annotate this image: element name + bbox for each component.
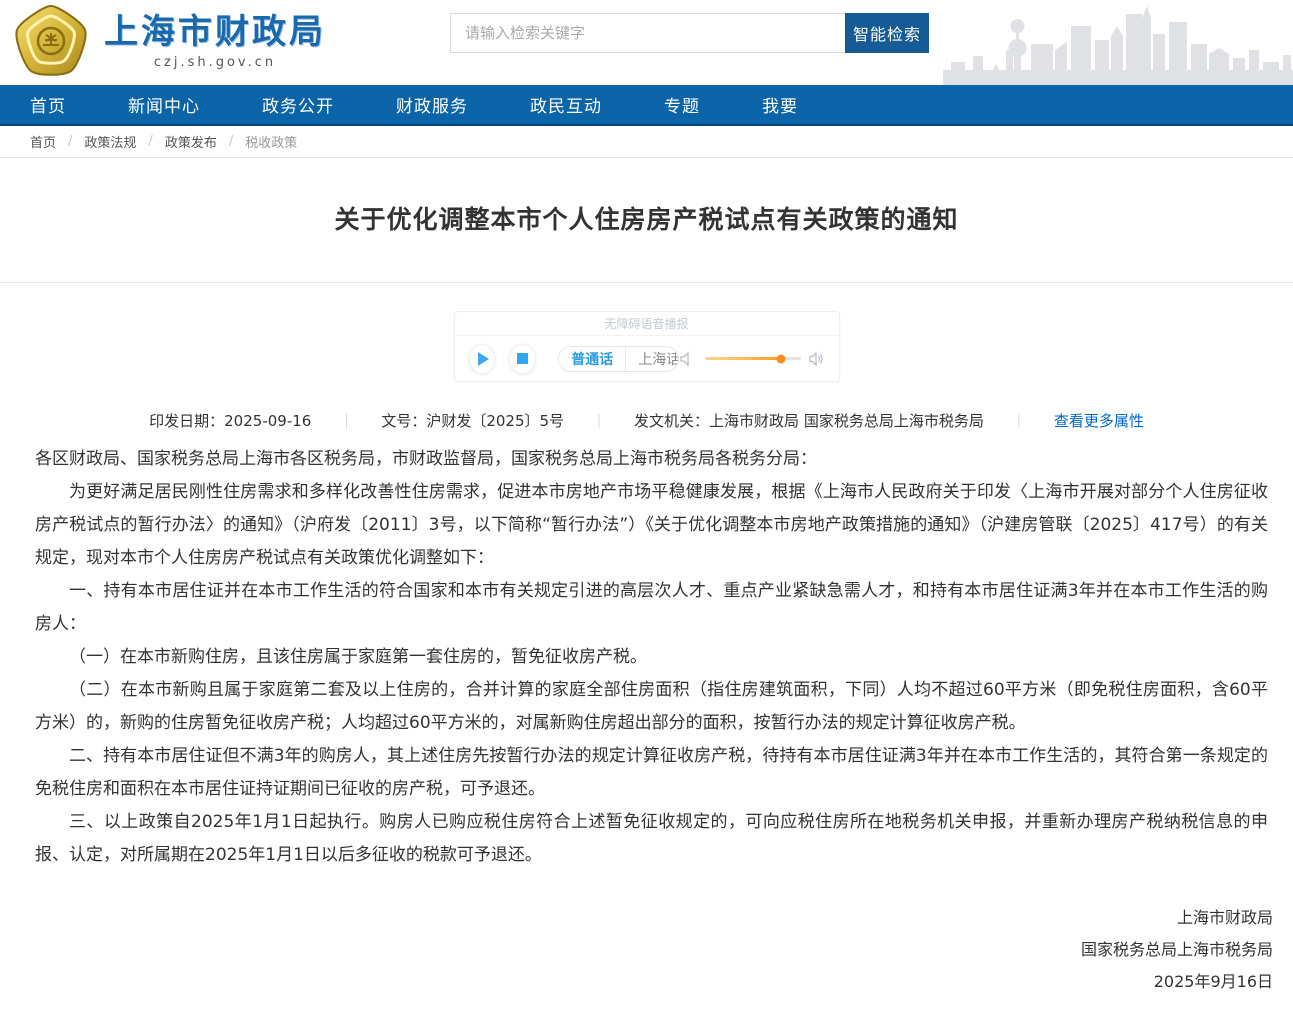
article-paragraph: 三、以上政策自2025年1月1日起执行。购房人已购应税住房符合上述暂免征收规定的…: [35, 806, 1268, 872]
audio-controls: 普通话 上海话: [455, 336, 839, 381]
speaker-mute-icon: [679, 351, 695, 367]
print-date: 印发日期：2025-09-16: [149, 410, 311, 431]
nav-item-home[interactable]: 首页: [30, 92, 66, 117]
document-meta: 印发日期：2025-09-16 ｜ 文号：沪财发〔2025〕5号 ｜ 发文机关：…: [0, 410, 1293, 431]
signature-agency-2: 国家税务总局上海市税务局: [0, 934, 1273, 966]
breadcrumb-policy-release[interactable]: 政策发布: [165, 132, 217, 151]
signature-date: 2025年9月16日: [0, 966, 1273, 998]
breadcrumb-home[interactable]: 首页: [30, 132, 56, 151]
stop-icon: [517, 353, 528, 364]
audio-player: 无障碍语音播报 普通话 上海话: [454, 311, 840, 382]
issuing-agency: 发文机关：上海市财政局 国家税务总局上海市税务局: [634, 410, 984, 431]
main-nav: 首页 新闻中心 政务公开 财政服务 政民互动 专题 我要: [0, 85, 1293, 126]
lang-option-shanghainese[interactable]: 上海话: [626, 347, 678, 371]
site-header: 上海市财政局 czj.sh.gov.cn 智能检索: [0, 0, 1293, 85]
language-toggle: 普通话 上海话: [558, 346, 678, 372]
breadcrumb-policy-laws[interactable]: 政策法规: [84, 132, 136, 151]
article-body: 各区财政局、国家税务总局上海市各区税务局，市财政监督局，国家税务总局上海市税务局…: [0, 431, 1293, 872]
nav-item-finance-services[interactable]: 财政服务: [396, 92, 468, 117]
document-number: 文号：沪财发〔2025〕5号: [381, 410, 564, 431]
audio-player-caption: 无障碍语音播报: [455, 312, 839, 336]
breadcrumb: 首页 / 政策法规 / 政策发布 / 税收政策: [0, 126, 1293, 158]
meta-separator: ｜: [592, 411, 606, 431]
article-paragraph: 二、持有本市居住证但不满3年的购房人，其上述住房先按暂行办法的规定计算征收房产税…: [35, 740, 1268, 806]
speaker-loud-icon[interactable]: [809, 351, 825, 367]
lang-option-mandarin[interactable]: 普通话: [559, 347, 626, 371]
signature-block: 上海市财政局 国家税务总局上海市税务局 2025年9月16日: [0, 902, 1293, 1022]
article-paragraph: 为更好满足居民刚性住房需求和多样化改善性住房需求，促进本市房地产市场平稳健康发展…: [35, 476, 1268, 575]
signature-agency-1: 上海市财政局: [0, 902, 1273, 934]
meta-separator: ｜: [339, 411, 353, 431]
article-paragraph: （一）在本市新购住房，且该住房属于家庭第一套住房的，暂免征收房产税。: [35, 641, 1268, 674]
play-icon: [478, 352, 489, 366]
breadcrumb-separator: /: [148, 134, 152, 149]
finance-bureau-logo-icon: [12, 4, 90, 78]
smart-search-button[interactable]: 智能检索: [845, 13, 929, 53]
article-paragraph: 一、持有本市居住证并在本市工作生活的符合国家和本市有关规定引进的高层次人才、重点…: [35, 575, 1268, 641]
meta-separator: ｜: [1012, 411, 1026, 431]
search-bar: 智能检索: [450, 13, 929, 53]
search-input[interactable]: [450, 13, 845, 53]
volume-control: [679, 351, 825, 367]
article-paragraph: 各区财政局、国家税务总局上海市各区税务局，市财政监督局，国家税务总局上海市税务局…: [35, 443, 1268, 476]
breadcrumb-separator: /: [68, 134, 72, 149]
nav-item-topics[interactable]: 专题: [664, 92, 700, 117]
nav-item-news[interactable]: 新闻中心: [128, 92, 200, 117]
nav-item-i-want[interactable]: 我要: [762, 92, 798, 117]
site-identity: 上海市财政局 czj.sh.gov.cn: [104, 12, 326, 70]
volume-slider[interactable]: [705, 357, 801, 360]
view-more-attributes-link[interactable]: 查看更多属性: [1054, 410, 1144, 431]
volume-slider-handle[interactable]: [777, 354, 786, 363]
breadcrumb-tax-policy: 税收政策: [245, 132, 297, 151]
site-domain: czj.sh.gov.cn: [104, 55, 326, 70]
city-skyline-graphic: [943, 0, 1293, 85]
stop-button[interactable]: [509, 344, 536, 374]
nav-item-gov-affairs[interactable]: 政务公开: [262, 92, 334, 117]
title-section: 关于优化调整本市个人住房房产税试点有关政策的通知: [0, 158, 1293, 283]
breadcrumb-separator: /: [229, 134, 233, 149]
page-title: 关于优化调整本市个人住房房产税试点有关政策的通知: [0, 200, 1293, 236]
nav-item-interaction[interactable]: 政民互动: [530, 92, 602, 117]
logo-area: 上海市财政局 czj.sh.gov.cn: [12, 4, 326, 78]
play-button[interactable]: [469, 344, 496, 374]
article-paragraph: （二）在本市新购且属于家庭第二套及以上住房的，合并计算的家庭全部住房面积（指住房…: [35, 674, 1268, 740]
site-name: 上海市财政局: [104, 12, 326, 52]
